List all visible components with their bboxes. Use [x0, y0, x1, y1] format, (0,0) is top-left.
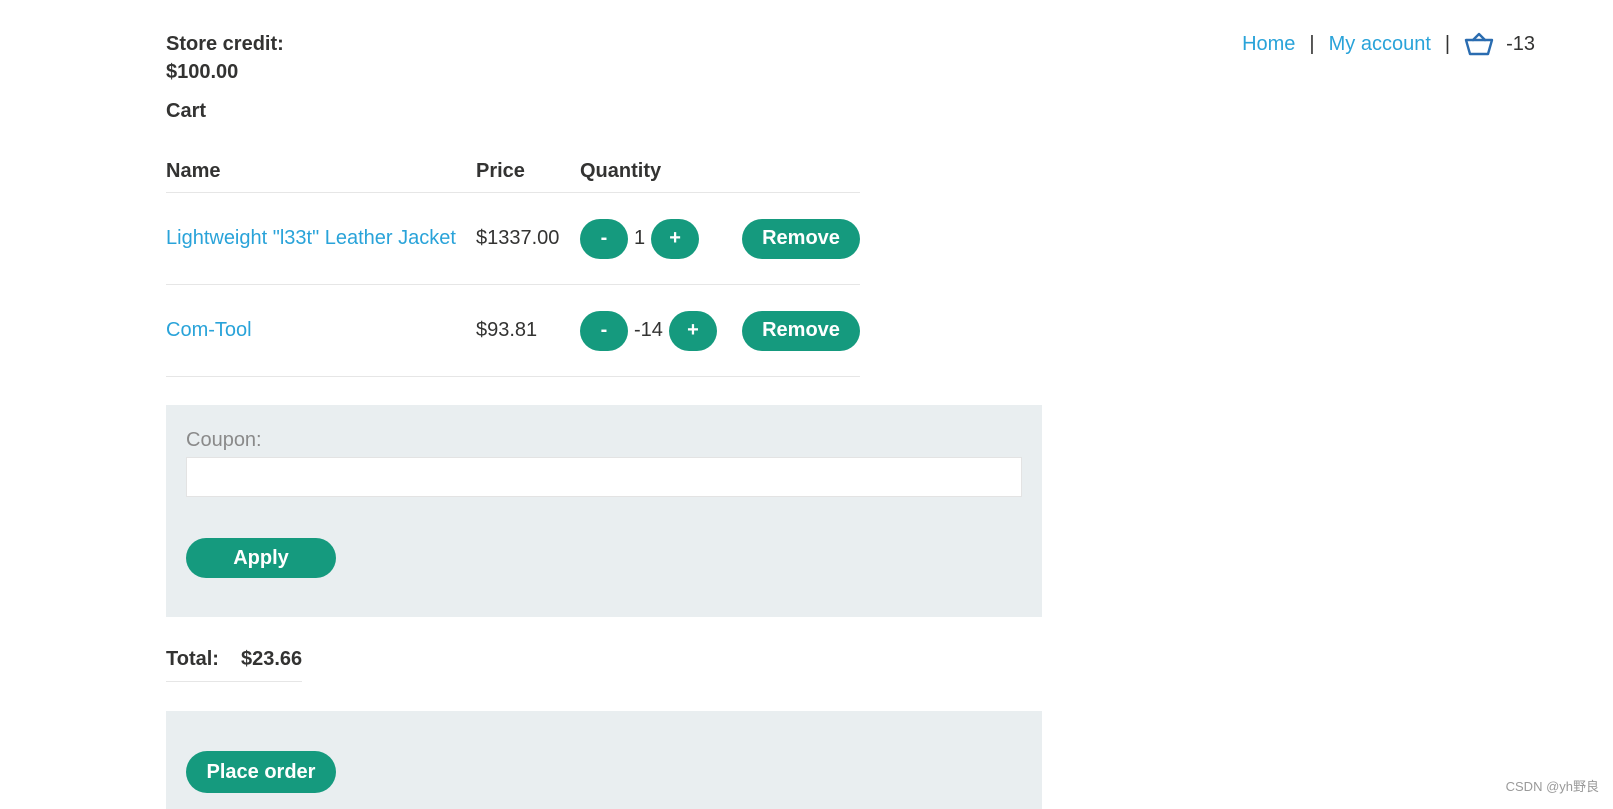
basket-icon[interactable] — [1464, 32, 1494, 56]
order-total: Total: $23.66 — [166, 648, 303, 682]
coupon-panel: Coupon: Apply — [166, 405, 1042, 617]
nav-separator: | — [1309, 32, 1315, 55]
watermark: CSDN @yh野良 — [1505, 779, 1599, 794]
cart-count: -13 — [1506, 32, 1535, 55]
cell-quantity: - 1 + — [580, 192, 738, 285]
product-link[interactable]: Com-Tool — [166, 319, 252, 341]
remove-button[interactable]: Remove — [742, 310, 860, 351]
cell-remove: Remove — [738, 284, 860, 377]
coupon-input[interactable] — [186, 457, 1022, 497]
remove-button[interactable]: Remove — [742, 218, 860, 259]
cell-price: $93.81 — [476, 284, 580, 377]
cell-name: Lightweight "l33t" Leather Jacket — [166, 192, 476, 285]
store-credit-value: $100.00 — [166, 61, 239, 83]
column-header-price: Price — [476, 150, 580, 193]
place-order-button[interactable]: Place order — [186, 751, 336, 793]
nav-separator: | — [1444, 32, 1451, 55]
cell-quantity: - -14 + — [580, 284, 738, 377]
place-order-panel: Place order — [166, 711, 1042, 809]
cell-name: Com-Tool — [166, 284, 476, 377]
cart-table: Name Price Quantity Lightweight "l33t" L… — [166, 150, 860, 377]
apply-coupon-button[interactable]: Apply — [186, 538, 336, 578]
store-credit-label: Store credit: — [166, 33, 284, 55]
total-label: Total: — [166, 648, 219, 670]
product-link[interactable]: Lightweight "l33t" Leather Jacket — [166, 227, 456, 249]
cell-price: $1337.00 — [476, 192, 580, 285]
column-header-actions — [738, 150, 860, 193]
nav-home-link[interactable]: Home — [1242, 33, 1295, 56]
column-header-name: Name — [166, 150, 476, 193]
decrease-quantity-button[interactable]: - — [580, 310, 628, 351]
quantity-value: -14 — [634, 319, 663, 341]
top-nav: Home | My account | -13 — [1242, 30, 1535, 58]
coupon-label: Coupon: — [186, 429, 262, 451]
store-credit: Store credit: $100.00 — [166, 30, 284, 86]
quantity-value: 1 — [634, 227, 646, 249]
increase-quantity-button[interactable]: + — [651, 218, 700, 259]
total-value: $23.66 — [240, 648, 303, 670]
column-header-quantity: Quantity — [580, 150, 738, 193]
cart-heading: Cart — [166, 100, 207, 122]
decrease-quantity-button[interactable]: - — [580, 218, 628, 259]
nav-my-account-link[interactable]: My account — [1329, 33, 1431, 56]
table-header-row: Name Price Quantity — [166, 150, 860, 193]
table-row: Com-Tool $93.81 - -14 + Remove — [166, 284, 860, 377]
cell-remove: Remove — [738, 192, 860, 285]
table-row: Lightweight "l33t" Leather Jacket $1337.… — [166, 192, 860, 285]
increase-quantity-button[interactable]: + — [668, 310, 717, 351]
